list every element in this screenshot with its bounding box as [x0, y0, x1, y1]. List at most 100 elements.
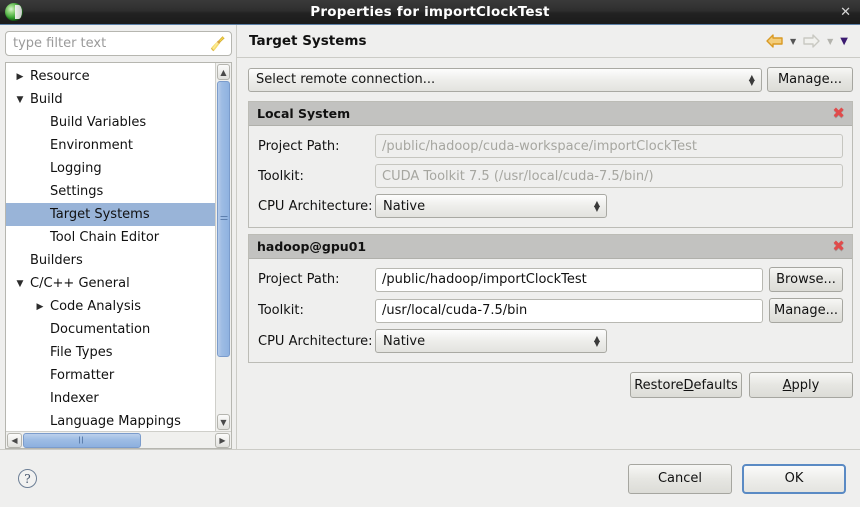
window-close-button[interactable]: ✕ [840, 6, 851, 19]
sidebar-item-builders[interactable]: Builders [6, 249, 215, 272]
forward-arrow-icon [803, 34, 820, 48]
tree-item-list: ▶ Resource ▼ Build Build Variables Environmen… [6, 63, 215, 431]
toolkit-label: Toolkit: [258, 303, 304, 318]
sidebar-item-label: Language Mappings [50, 414, 181, 429]
apply-button[interactable]: Apply [749, 372, 853, 398]
restore-defaults-button[interactable]: Restore Defaults [630, 372, 742, 398]
close-red-x-icon[interactable]: ✖ [832, 106, 845, 121]
settings-page-pane: Target Systems ▼ ▼ ▼ Select remote conne… [236, 25, 860, 449]
sidebar-item-logging[interactable]: Logging [6, 157, 215, 180]
sidebar-item-tool-chain-editor[interactable]: Tool Chain Editor [6, 226, 215, 249]
window-titlebar: Properties for importClockTest ✕ [0, 0, 860, 25]
ok-button[interactable]: OK [742, 463, 846, 494]
sidebar-item-label: Documentation [50, 322, 151, 337]
sidebar-item-code-analysis[interactable]: ▶ Code Analysis [6, 295, 215, 318]
restore-defaults-mnemonic: D [683, 377, 694, 393]
combo-spinner-icon: ▲ ▼ [748, 72, 755, 87]
sidebar-item-label: Formatter [50, 368, 115, 383]
project-path-input[interactable]: /public/hadoop/importClockTest [375, 267, 763, 292]
apply-mnemonic: A [782, 377, 792, 393]
cpu-architecture-label: CPU Architecture: [258, 333, 373, 349]
remote-connection-select[interactable]: Select remote connection... ▲ ▼ [248, 67, 762, 92]
cpu-architecture-label: CPU Architecture: [258, 198, 373, 214]
group-body: Project Path: /public/hadoop/importClockT… [249, 259, 852, 362]
sidebar-item-label: Builders [30, 253, 83, 268]
project-path-row: Project Path: /public/hadoop/importClockT… [258, 267, 843, 292]
manage-toolkit-button[interactable]: Manage... [769, 298, 843, 323]
vertical-scroll-thumb[interactable] [217, 81, 230, 357]
close-red-x-icon[interactable]: ✖ [832, 239, 845, 254]
scroll-left-button[interactable]: ◀ [7, 432, 22, 448]
sidebar-item-label: Tool Chain Editor [50, 230, 160, 245]
manage-connections-button[interactable]: Manage... [766, 67, 853, 92]
tree-vertical-scrollbar[interactable]: ▲ ▼ [215, 63, 231, 431]
settings-tree: ▶ Resource ▼ Build Build Variables Environmen… [5, 62, 232, 449]
vertical-scroll-track[interactable] [217, 81, 230, 413]
tree-scroll-area: ▶ Resource ▼ Build Build Variables Environmen… [6, 63, 231, 431]
sidebar-item-target-systems[interactable]: Target Systems [6, 203, 215, 226]
sidebar-item-build[interactable]: ▼ Build [6, 88, 215, 111]
dialog-buttons: Cancel OK [628, 463, 846, 494]
sidebar-item-c-c-general[interactable]: ▼ C/C++ General [6, 272, 215, 295]
sidebar-item-build-variables[interactable]: Build Variables [6, 111, 215, 134]
toolkit-label: Toolkit: [258, 168, 304, 184]
scroll-down-button[interactable]: ▼ [217, 414, 230, 430]
sidebar-item-resource[interactable]: ▶ Resource [6, 65, 215, 88]
back-history-chevron-down-icon[interactable]: ▼ [790, 37, 796, 46]
toolkit-row: Toolkit: CUDA Toolkit 7.5 (/usr/local/cud… [258, 164, 843, 188]
settings-tree-pane: ▶Resource▼BuildBuild VariablesEnvironmen… [0, 25, 236, 449]
target-system-group: Local System ✖ Project Path: /public/hadoop… [248, 101, 853, 228]
sidebar-item-indexer[interactable]: Indexer [6, 387, 215, 410]
sidebar-item-label: Settings [50, 184, 104, 199]
sidebar-item-label: Logging [50, 161, 102, 176]
cpu-architecture-select[interactable]: Native ▲ ▼ [375, 194, 607, 218]
remote-connection-value: Select remote connection... [256, 72, 436, 87]
tree-expand-arrow-icon[interactable]: ▶ [12, 72, 28, 82]
tree-collapse-arrow-icon[interactable]: ▼ [12, 95, 28, 105]
group-body: Project Path: /public/hadoop/cuda-workspa… [249, 126, 852, 227]
broom-icon[interactable] [210, 35, 226, 52]
tree-horizontal-scrollbar[interactable]: ◀ ▶ [6, 431, 231, 448]
sidebar-item-label: Environment [50, 138, 134, 153]
back-arrow-icon[interactable] [766, 34, 783, 48]
restore-defaults-post: efaults [693, 377, 738, 393]
toolkit-input: CUDA Toolkit 7.5 (/usr/local/cuda-7.5/bi… [375, 164, 843, 188]
sidebar-item-file-types[interactable]: File Types [6, 341, 215, 364]
sidebar-item-label: Build Variables [50, 115, 147, 130]
question-mark-icon[interactable]: ? [18, 469, 37, 488]
sidebar-item-language-mappings[interactable]: Language Mappings [6, 410, 215, 431]
project-path-label: Project Path: [258, 138, 340, 154]
sidebar-item-formatter[interactable]: Formatter [6, 364, 215, 387]
combo-spinner-icon: ▲ ▼ [593, 334, 600, 348]
cpu-architecture-select[interactable]: Native ▲ ▼ [375, 329, 607, 353]
cancel-button[interactable]: Cancel [628, 463, 732, 494]
sidebar-item-settings[interactable]: Settings [6, 180, 215, 203]
horizontal-scroll-track[interactable] [23, 432, 214, 448]
tree-expand-arrow-icon[interactable]: ▶ [32, 302, 48, 312]
project-path-label: Project Path: [258, 272, 340, 287]
project-path-input: /public/hadoop/cuda-workspace/importCloc… [375, 134, 843, 158]
page-header: Target Systems ▼ ▼ ▼ [237, 25, 860, 58]
sidebar-item-label: C/C++ General [30, 276, 130, 291]
toolkit-input[interactable]: /usr/local/cuda-7.5/bin [375, 298, 763, 323]
tree-collapse-arrow-icon[interactable]: ▼ [12, 279, 28, 289]
page-action-buttons: Restore Defaults Apply [248, 369, 853, 398]
window-title: Properties for importClockTest [310, 4, 550, 20]
scroll-up-button[interactable]: ▲ [217, 64, 230, 80]
sidebar-item-documentation[interactable]: Documentation [6, 318, 215, 341]
sidebar-item-label: Resource [30, 69, 90, 84]
target-system-groups: Local System ✖ Project Path: /public/hadoop… [248, 101, 853, 369]
scroll-right-button[interactable]: ▶ [215, 432, 230, 448]
horizontal-scroll-thumb[interactable] [23, 432, 142, 448]
apply-post: pply [791, 377, 820, 393]
browse-project-path-button[interactable]: Browse... [769, 267, 843, 292]
page-content: Select remote connection... ▲ ▼ Manage...… [237, 58, 860, 449]
view-menu-triangle-down-icon[interactable]: ▼ [840, 36, 848, 47]
sidebar-item-label: Target Systems [50, 207, 150, 222]
toolkit-row: Toolkit: /usr/local/cuda-7.5/bin Manage... [258, 298, 843, 323]
group-title: Local System [257, 106, 351, 121]
project-path-row: Project Path: /public/hadoop/cuda-workspa… [258, 134, 843, 158]
filter-input[interactable] [5, 31, 232, 56]
sidebar-item-label: Build [30, 92, 63, 107]
sidebar-item-environment[interactable]: Environment [6, 134, 215, 157]
